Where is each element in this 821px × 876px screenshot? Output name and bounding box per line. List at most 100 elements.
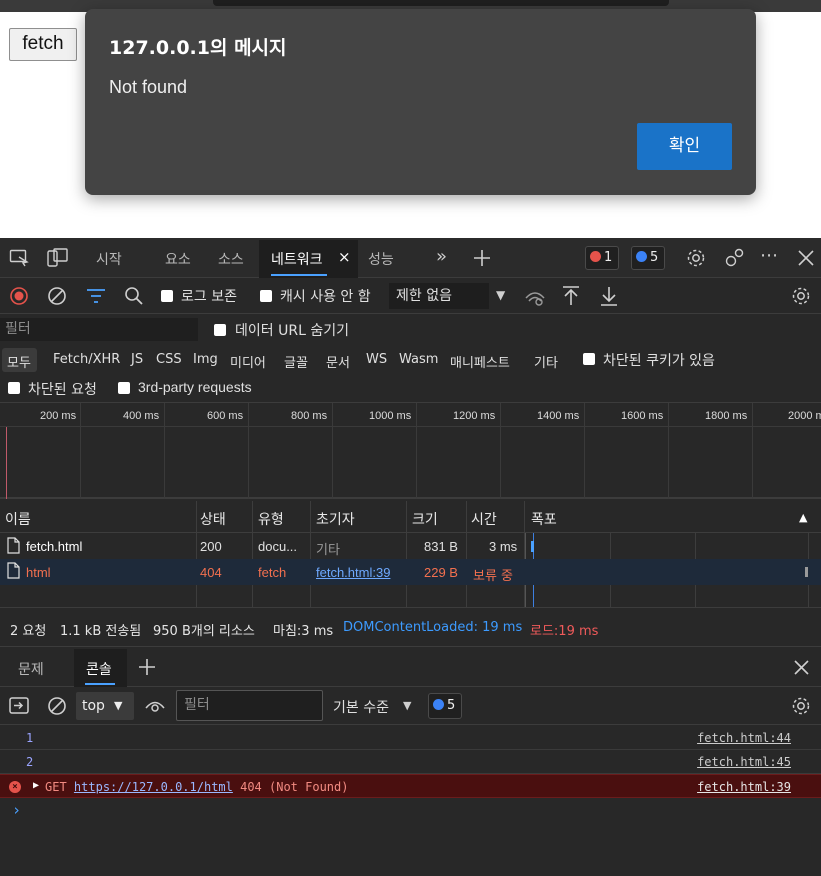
error-count-badge[interactable]: 1 (585, 246, 620, 270)
column-header-status[interactable]: 상태 (200, 509, 226, 529)
inspect-element-icon[interactable] (9, 249, 29, 267)
network-settings-gear-icon[interactable] (790, 285, 812, 307)
clear-icon[interactable] (47, 286, 67, 306)
context-select[interactable]: top ▼ (76, 692, 134, 720)
overview-tick-label: 2000 ms (788, 410, 821, 422)
message-icon (433, 699, 444, 710)
clear-console-icon[interactable] (47, 696, 67, 716)
drawer-tab-console[interactable]: 콘솔 (86, 659, 112, 679)
request-size: 831 B (424, 539, 458, 554)
table-row[interactable]: fetch.html 200 docu... 기타 831 B 3 ms (0, 534, 821, 559)
summary-load: 로드:19 ms (530, 624, 599, 639)
network-conditions-icon[interactable] (524, 286, 546, 308)
type-filter-doc[interactable]: 문서 (326, 352, 350, 371)
tab-elements[interactable]: 요소 (165, 249, 191, 269)
type-filter-all[interactable]: 모두 (7, 352, 31, 371)
column-header-size[interactable]: 크기 (412, 509, 438, 529)
type-filter-fetch-xhr[interactable]: Fetch/XHR (53, 352, 120, 367)
more-options-icon[interactable]: ⋯ (760, 247, 778, 265)
add-drawer-tab-icon[interactable] (137, 657, 157, 677)
waterfall-bar (805, 567, 808, 577)
type-filter-ws[interactable]: WS (366, 352, 387, 367)
console-message-count: 5 (447, 698, 456, 713)
third-party-checkbox[interactable] (118, 382, 130, 394)
more-tabs-icon[interactable]: » (436, 248, 447, 266)
type-filter-manifest[interactable]: 매니페스트 (450, 352, 510, 371)
summary-transferred: 1.1 kB 전송됨 (60, 624, 142, 639)
network-filter-input[interactable]: 필터 (0, 318, 198, 341)
record-stop-icon[interactable] (9, 286, 29, 306)
fetch-button[interactable]: fetch (9, 28, 77, 61)
close-devtools-icon[interactable] (797, 249, 815, 267)
sort-ascending-icon[interactable]: ▲ (799, 512, 807, 523)
console-sidebar-icon[interactable] (9, 697, 29, 715)
summary-resources: 950 B개의 리소스 (153, 624, 255, 639)
tab-network[interactable]: 네트워크 (271, 249, 323, 269)
overview-gridline (332, 403, 333, 499)
filter-icon[interactable] (86, 288, 106, 304)
console-filter-input[interactable]: 필터 (176, 690, 323, 721)
type-filter-font[interactable]: 글꼴 (284, 352, 308, 371)
column-header-type[interactable]: 유형 (258, 509, 284, 529)
column-header-initiator[interactable]: 초기자 (316, 509, 355, 529)
overview-gridline (80, 403, 81, 499)
type-filter-img[interactable]: Img (193, 352, 218, 367)
type-filter-other[interactable]: 기타 (534, 352, 558, 371)
active-tab-indicator (271, 274, 327, 276)
type-filter-css[interactable]: CSS (156, 352, 182, 367)
console-source-link[interactable]: fetch.html:39 (697, 780, 791, 794)
type-filter-js[interactable]: JS (131, 352, 143, 367)
type-filter-wasm[interactable]: Wasm (399, 352, 438, 367)
console-source-link[interactable]: fetch.html:45 (697, 755, 791, 769)
search-icon[interactable] (124, 286, 144, 306)
table-row[interactable]: html 404 fetch fetch.html:39 229 B 보류 중 (0, 559, 821, 585)
request-status: 404 (200, 565, 222, 580)
tab-performance[interactable]: 성능 (368, 249, 394, 269)
hide-data-urls-checkbox[interactable] (214, 324, 226, 336)
import-har-icon[interactable] (562, 285, 580, 307)
add-tab-icon[interactable] (472, 248, 492, 268)
throttling-dropdown-icon[interactable]: ▼ (496, 289, 505, 301)
network-overview-timeline[interactable]: 200 ms 400 ms 600 ms 800 ms 1000 ms 1200… (0, 403, 821, 499)
console-message-count-badge[interactable]: 5 (428, 693, 463, 719)
error-url-link[interactable]: https://127.0.0.1/html (74, 780, 233, 794)
console-error-line[interactable]: × ▶ GET https://127.0.0.1/html 404 (Not … (0, 774, 821, 798)
customize-icon[interactable] (724, 247, 746, 269)
column-header-name[interactable]: 이름 (5, 509, 31, 529)
error-status: 404 (Not Found) (240, 780, 349, 794)
drawer-tab-issues[interactable]: 문제 (18, 659, 44, 679)
close-tab-icon[interactable]: × (338, 248, 351, 266)
console-log-value: 1 (26, 731, 34, 745)
blocked-requests-checkbox[interactable] (8, 382, 20, 394)
disable-cache-checkbox[interactable] (260, 290, 272, 302)
console-log-line: 1 fetch.html:44 (0, 726, 821, 750)
live-expression-eye-icon[interactable] (144, 697, 166, 715)
overview-gridline (668, 403, 669, 499)
tab-welcome[interactable]: 시작 (96, 249, 122, 269)
request-initiator-link[interactable]: fetch.html:39 (316, 565, 390, 580)
column-header-waterfall[interactable]: 폭포 (531, 509, 557, 529)
throttling-select[interactable]: 제한 없음 (389, 283, 489, 309)
device-emulation-icon[interactable] (47, 248, 69, 268)
dialog-ok-button[interactable]: 확인 (637, 123, 732, 170)
drawer-active-tab-indicator (85, 683, 115, 685)
expand-triangle-icon[interactable]: ▶ (33, 780, 39, 791)
export-har-icon[interactable] (600, 285, 618, 307)
close-drawer-icon[interactable] (793, 659, 810, 676)
log-level-select[interactable]: 기본 수준 (333, 697, 389, 717)
preserve-log-checkbox[interactable] (161, 290, 173, 302)
console-settings-gear-icon[interactable] (790, 695, 812, 717)
overview-tick-label: 1800 ms (705, 410, 748, 422)
console-prompt[interactable]: › (12, 801, 21, 819)
summary-requests: 2 요청 (10, 624, 47, 639)
console-source-link[interactable]: fetch.html:44 (697, 731, 791, 745)
settings-gear-icon[interactable] (685, 247, 707, 269)
table-header-row (0, 501, 821, 533)
message-count-badge[interactable]: 5 (631, 246, 666, 270)
column-header-time[interactable]: 시간 (471, 509, 497, 529)
log-level-dropdown-icon[interactable]: ▼ (403, 700, 411, 711)
tab-sources[interactable]: 소스 (218, 249, 244, 269)
type-filter-media[interactable]: 미디어 (230, 352, 266, 371)
blocked-cookies-checkbox[interactable] (583, 353, 595, 365)
drawer-tab-bar: 문제 콘솔 (0, 647, 821, 687)
